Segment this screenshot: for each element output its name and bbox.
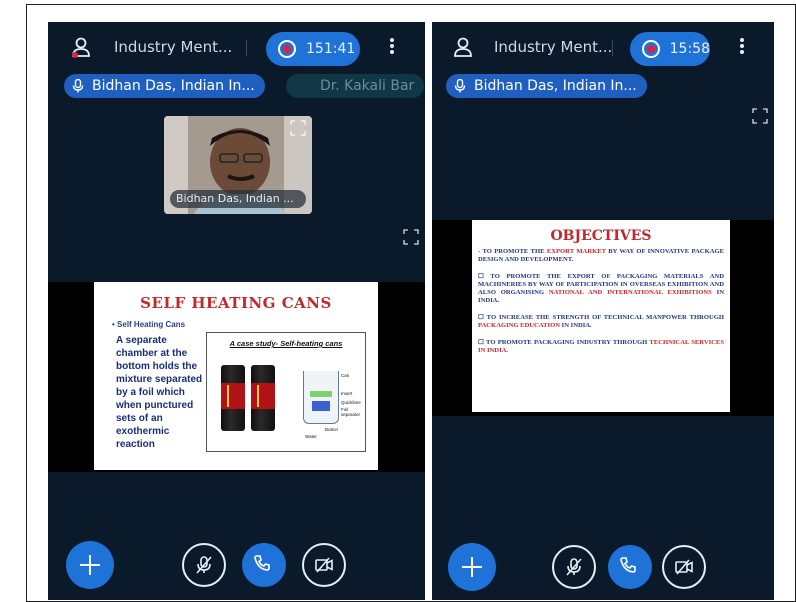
mic-off-button[interactable] <box>182 543 226 587</box>
mic-off-button[interactable] <box>552 545 596 589</box>
talking-indicator-chip: Bidhan Das, Indian In... <box>64 74 265 98</box>
phone-icon <box>254 555 270 571</box>
presentation-area: SELF HEATING CANS • Self Heating Cans A … <box>48 282 425 472</box>
record-icon <box>278 40 296 58</box>
top-bar: Industry Ment... 151:41 <box>48 22 425 72</box>
objective-text: TO INCREASE THE STRENGTH OF TECHNICAL MA… <box>486 314 724 321</box>
figure-label: Can <box>341 373 350 378</box>
leave-audio-button[interactable] <box>608 545 652 589</box>
presentation-area: OBJECTIVES - TO PROMOTE THE EXPORT MARKE… <box>432 220 774 416</box>
figure-label: Quicklime <box>341 400 361 405</box>
talking-indicator-chip: Bidhan Das, Indian In... <box>446 74 647 98</box>
slide-figure: A case study- Self-heating cans Can Inse… <box>206 332 366 452</box>
slide-body-text: A separate chamber at the bottom holds t… <box>116 335 203 450</box>
figure-label: Insert <box>341 391 353 396</box>
video-off-icon <box>315 557 333 573</box>
recording-time: 15:58 <box>669 41 710 57</box>
recording-timer[interactable]: 15:58 <box>630 32 710 66</box>
speaker-name: Dr. Kakali Bar <box>320 78 415 94</box>
record-icon <box>642 40 660 58</box>
slide-bullet: • Self Heating Cans <box>112 320 186 329</box>
microphone-icon <box>454 79 466 93</box>
presentation-slide: SELF HEATING CANS • Self Heating Cans A … <box>94 282 378 470</box>
figure-label: Foil separator <box>341 407 361 417</box>
talking-indicator-chip: Dr. Kakali Bar <box>286 74 425 98</box>
objective-text: TO PROMOTE PACKAGING INDUSTRY THROUGH <box>486 339 650 346</box>
can-diagram <box>303 371 339 424</box>
objective-item: - TO PROMOTE THE EXPORT MARKET BY WAY OF… <box>478 248 724 263</box>
slide-bullet-text: Self Heating Cans <box>117 320 186 329</box>
objective-item: ☐ TO PROMOTE THE EXPORT OF PACKAGING MAT… <box>478 273 724 304</box>
expand-video-icon[interactable] <box>290 120 306 136</box>
meeting-title: Industry Ment... <box>494 38 613 56</box>
video-off-icon <box>675 559 693 575</box>
meeting-title: Industry Ment... <box>114 38 233 56</box>
slide-title: OBJECTIVES <box>550 228 652 244</box>
participants-icon[interactable] <box>70 36 92 58</box>
figure-label: Water <box>305 434 317 439</box>
microphone-icon <box>72 79 84 93</box>
add-icon[interactable] <box>66 541 114 589</box>
objective-text: IN INDIA. <box>560 322 592 329</box>
objective-text: TO PROMOTE THE <box>482 248 547 255</box>
top-bar: Industry Ment... 15:58 <box>432 22 774 72</box>
more-options-icon[interactable] <box>738 36 746 58</box>
fullscreen-presentation-icon[interactable] <box>752 108 768 124</box>
can-image <box>251 365 275 431</box>
recording-timer[interactable]: 151:41 <box>266 32 360 66</box>
objective-highlight: EXPORT MARKET <box>546 248 606 255</box>
participant-name-label: Bidhan Das, Indian ... <box>170 190 306 208</box>
recording-time: 151:41 <box>306 41 356 57</box>
video-off-button[interactable] <box>662 545 706 589</box>
participants-icon[interactable] <box>452 36 474 58</box>
slide-objectives-list: - TO PROMOTE THE EXPORT MARKET BY WAY OF… <box>478 248 724 364</box>
objective-item: ☐ TO PROMOTE PACKAGING INDUSTRY THROUGH … <box>478 339 724 354</box>
mic-off-icon <box>566 558 582 576</box>
objective-highlight: PACKAGING EDUCATION <box>478 322 560 329</box>
participant-video[interactable]: Bidhan Das, Indian ... <box>164 116 312 214</box>
figure-title: A case study- Self-heating cans <box>229 339 343 348</box>
add-icon[interactable] <box>448 543 496 591</box>
slide-title: SELF HEATING CANS <box>140 294 332 312</box>
leave-audio-button[interactable] <box>242 543 286 587</box>
fullscreen-presentation-icon[interactable] <box>403 229 419 245</box>
video-off-button[interactable] <box>302 543 346 587</box>
objective-item: ☐ TO INCREASE THE STRENGTH OF TECHNICAL … <box>478 314 724 329</box>
meeting-screen-right: Industry Ment... 15:58 Bidhan Das, India… <box>432 22 774 600</box>
divider <box>612 40 613 56</box>
can-image <box>221 365 245 431</box>
phone-icon <box>620 557 636 573</box>
meeting-screen-left: Industry Ment... 151:41 Bidhan Das, Indi… <box>48 22 425 600</box>
objective-highlight: NATIONAL AND INTERNATIONAL EXHIBITIONS <box>548 289 712 296</box>
figure-label: Button <box>325 427 339 432</box>
speaker-name: Bidhan Das, Indian In... <box>92 78 255 94</box>
more-options-icon[interactable] <box>388 36 396 58</box>
mic-off-icon <box>196 556 212 574</box>
speaker-name: Bidhan Das, Indian In... <box>474 78 637 94</box>
presentation-slide: OBJECTIVES - TO PROMOTE THE EXPORT MARKE… <box>472 220 730 412</box>
divider <box>246 40 247 56</box>
